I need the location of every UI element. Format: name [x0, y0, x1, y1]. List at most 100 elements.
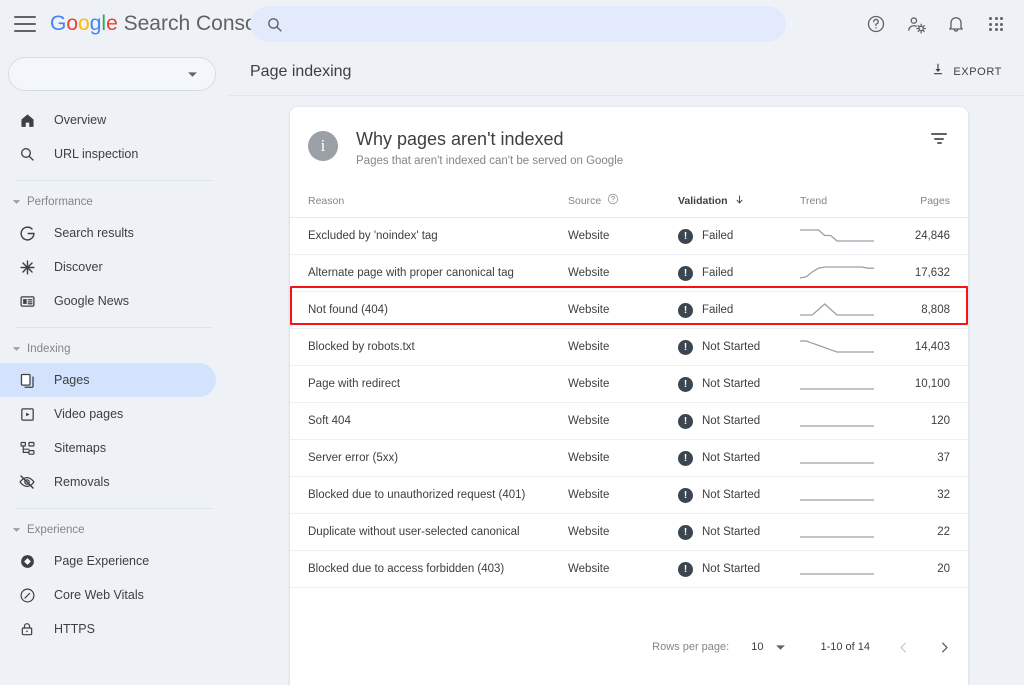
table-row[interactable]: Blocked by robots.txtWebsite!Not Started… — [290, 329, 968, 366]
sidebar-group-label: Indexing — [27, 343, 70, 355]
sidebar-item-label: Discover — [54, 260, 103, 274]
cell-trend — [800, 477, 896, 514]
table-row[interactable]: Soft 404Website!Not Started120 — [290, 403, 968, 440]
cell-reason: Alternate page with proper canonical tag — [290, 255, 568, 292]
pages-copy-icon — [16, 372, 38, 389]
app-brand-logo: Google Search Console — [50, 12, 273, 36]
cell-trend — [800, 329, 896, 366]
cell-source: Website — [568, 366, 678, 403]
chevron-right-icon[interactable] — [937, 640, 952, 655]
sidebar-group-experience[interactable]: Experience — [0, 518, 228, 542]
cell-pages: 17,632 — [896, 255, 968, 292]
google-apps-grid-icon[interactable] — [976, 4, 1016, 44]
chevron-down-icon — [12, 346, 21, 352]
indexing-reasons-table: Reason Source — [290, 193, 968, 588]
table-row[interactable]: Not found (404)Website!Failed8,808 — [290, 292, 968, 329]
cell-trend — [800, 403, 896, 440]
cell-source: Website — [568, 514, 678, 551]
table-row[interactable]: Page with redirectWebsite!Not Started10,… — [290, 366, 968, 403]
cell-validation: !Not Started — [678, 551, 800, 588]
chevron-down-icon — [12, 527, 21, 533]
chevron-down-icon[interactable] — [775, 644, 786, 651]
sidebar-item-google-news[interactable]: Google News — [0, 284, 216, 318]
lock-icon — [16, 621, 38, 637]
property-selector-dropdown[interactable] — [8, 57, 216, 91]
why-pages-arent-indexed-card: i Why pages aren't indexed Pages that ar… — [290, 107, 968, 685]
cell-pages: 24,846 — [896, 218, 968, 255]
sidebar-item-removals[interactable]: Removals — [0, 465, 216, 499]
sidebar-item-page-experience[interactable]: Page Experience — [0, 544, 216, 578]
table-row[interactable]: Duplicate without user-selected canonica… — [290, 514, 968, 551]
sidebar-item-pages[interactable]: Pages — [0, 363, 216, 397]
cell-source: Website — [568, 218, 678, 255]
sitemap-icon — [16, 440, 38, 457]
notifications-bell-icon[interactable] — [936, 4, 976, 44]
sidebar-item-search-results[interactable]: Search results — [0, 216, 216, 250]
search-input[interactable] — [293, 17, 786, 32]
global-search-bar[interactable] — [250, 6, 786, 42]
sidebar-item-overview[interactable]: Overview — [0, 103, 216, 137]
table-row[interactable]: Server error (5xx)Website!Not Started37 — [290, 440, 968, 477]
chevron-down-icon — [187, 65, 198, 83]
sidebar-item-label: Page Experience — [54, 554, 149, 568]
export-label: EXPORT — [953, 66, 1002, 78]
account-settings-icon[interactable] — [896, 4, 936, 44]
cell-reason: Excluded by 'noindex' tag — [290, 218, 568, 255]
table-row[interactable]: Alternate page with proper canonical tag… — [290, 255, 968, 292]
sidebar-item-label: Removals — [54, 475, 110, 489]
sidebar-item-url-inspection[interactable]: URL inspection — [0, 137, 216, 171]
news-card-icon — [16, 293, 38, 310]
table-row[interactable]: Excluded by 'noindex' tagWebsite!Failed 2… — [290, 218, 968, 255]
column-header-trend[interactable]: Trend — [800, 193, 896, 218]
top-bar-icon-group — [856, 0, 1016, 48]
sidebar-item-sitemaps[interactable]: Sitemaps — [0, 431, 216, 465]
cell-reason: Duplicate without user-selected canonica… — [290, 514, 568, 551]
chevron-left-icon[interactable] — [896, 640, 911, 655]
sidebar-group-indexing[interactable]: Indexing — [0, 337, 228, 361]
sidebar-item-https[interactable]: HTTPS — [0, 612, 216, 646]
cell-validation: !Failed — [678, 218, 800, 255]
status-alert-icon: ! — [678, 451, 693, 466]
sidebar-item-video-pages[interactable]: Video pages — [0, 397, 216, 431]
export-button[interactable]: EXPORT — [923, 56, 1010, 87]
cell-source: Website — [568, 477, 678, 514]
column-header-source[interactable]: Source — [568, 193, 678, 218]
cell-reason: Blocked by robots.txt — [290, 329, 568, 366]
help-icon[interactable] — [856, 4, 896, 44]
cell-trend — [800, 218, 896, 255]
cell-trend — [800, 440, 896, 477]
cell-pages: 8,808 — [896, 292, 968, 329]
sidebar-divider — [16, 327, 212, 328]
status-alert-icon: ! — [678, 562, 693, 577]
speedometer-icon — [16, 587, 38, 604]
hamburger-menu-icon[interactable] — [14, 16, 36, 32]
validation-status-text: Not Started — [702, 378, 760, 390]
column-header-pages[interactable]: Pages — [896, 193, 968, 218]
column-header-source-label: Source — [568, 195, 601, 207]
status-alert-icon: ! — [678, 488, 693, 503]
table-row[interactable]: Blocked due to access forbidden (403)Web… — [290, 551, 968, 588]
cell-source: Website — [568, 292, 678, 329]
trend-sparkline — [800, 299, 874, 319]
validation-status-text: Not Started — [702, 526, 760, 538]
logo-letter: e — [106, 12, 118, 35]
table-row[interactable]: Blocked due to unauthorized request (401… — [290, 477, 968, 514]
sidebar-item-core-web-vitals[interactable]: Core Web Vitals — [0, 578, 216, 612]
sidebar-item-discover[interactable]: Discover — [0, 250, 216, 284]
trend-sparkline — [800, 336, 874, 356]
help-circle-icon[interactable] — [607, 193, 619, 208]
page-experience-icon — [16, 553, 38, 570]
trend-sparkline — [800, 558, 874, 578]
filter-funnel-icon[interactable] — [928, 133, 950, 144]
cell-pages: 22 — [896, 514, 968, 551]
sidebar-group-performance[interactable]: Performance — [0, 190, 228, 214]
sidebar-item-label: HTTPS — [54, 622, 95, 636]
cell-reason: Not found (404) — [290, 292, 568, 329]
column-header-validation[interactable]: Validation — [678, 193, 800, 218]
cell-validation: !Not Started — [678, 477, 800, 514]
cell-validation: !Not Started — [678, 366, 800, 403]
google-g-icon — [16, 225, 38, 242]
card-subtitle: Pages that aren't indexed can't be serve… — [356, 155, 623, 167]
column-header-reason[interactable]: Reason — [290, 193, 568, 218]
rows-per-page-value[interactable]: 10 — [751, 641, 763, 653]
